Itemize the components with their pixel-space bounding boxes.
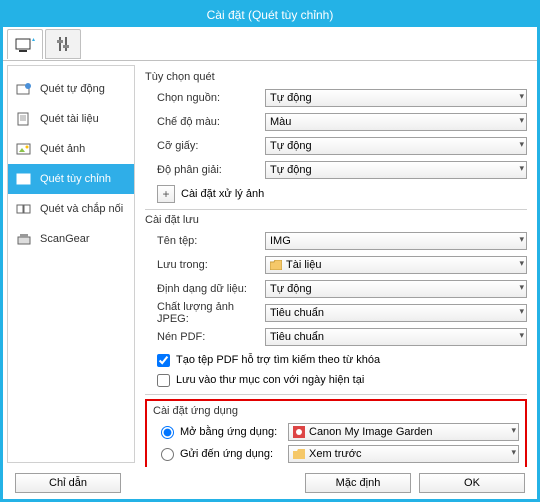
- send-to-app-radio[interactable]: [161, 448, 174, 461]
- main-panel: Tùy chọn quét Chọn nguồn: Tự động▾ Chế đ…: [135, 61, 537, 467]
- resolution-label: Độ phân giải:: [145, 164, 265, 176]
- sidebar-item-custom[interactable]: Quét tùy chỉnh: [8, 164, 134, 194]
- auto-scan-icon: [16, 81, 32, 97]
- sidebar-item-label: Quét tài liệu: [40, 113, 99, 125]
- sidebar-item-auto[interactable]: Quét tự động: [8, 74, 134, 104]
- subfolder-date-checkbox[interactable]: [157, 374, 170, 387]
- filename-label: Tên tệp:: [145, 235, 265, 247]
- image-processing-label: Cài đặt xử lý ảnh: [181, 188, 264, 200]
- subfolder-date-label: Lưu vào thư mục con với ngày hiện tại: [176, 374, 364, 386]
- sidebar-item-photo[interactable]: Quét ảnh: [8, 134, 134, 164]
- data-format-label: Định dạng dữ liệu:: [145, 283, 265, 295]
- settings-window: Cài đặt (Quét tùy chỉnh) Quét tự động Qu…: [0, 0, 540, 502]
- preview-icon: [293, 448, 305, 460]
- sidebar-item-label: Quét và chắp nối: [40, 203, 123, 215]
- color-mode-select[interactable]: Màu▾: [265, 113, 527, 131]
- pdf-compression-label: Nén PDF:: [145, 331, 265, 343]
- application-settings-group: Cài đặt ứng dụng Mở bằng ứng dụng: Canon…: [145, 399, 527, 467]
- jpeg-quality-label: Chất lượng ảnh JPEG:: [145, 301, 265, 325]
- source-label: Chọn nguồn:: [145, 92, 265, 104]
- help-button[interactable]: Chỉ dẫn: [15, 473, 121, 493]
- tab-settings-general[interactable]: [45, 29, 81, 59]
- paper-size-select[interactable]: Tự động▾: [265, 137, 527, 155]
- bottom-button-bar: Chỉ dẫn Mặc định OK: [3, 473, 537, 493]
- ok-button[interactable]: OK: [419, 473, 525, 493]
- custom-scan-icon: [16, 171, 32, 187]
- scangear-icon: [16, 231, 32, 247]
- tab-scan-from-pc[interactable]: [7, 29, 43, 59]
- image-processing-expand[interactable]: +: [157, 185, 175, 203]
- sidebar: Quét tự động Quét tài liệu Quét ảnh Quét…: [7, 65, 135, 463]
- jpeg-quality-select[interactable]: Tiêu chuẩn▾: [265, 304, 527, 322]
- app-settings-group-label: Cài đặt ứng dụng: [153, 405, 519, 417]
- app-icon: [293, 426, 305, 438]
- stitch-scan-icon: [16, 201, 32, 217]
- save-in-label: Lưu trong:: [145, 259, 265, 271]
- filename-input[interactable]: IMG▾: [265, 232, 527, 250]
- sidebar-item-document[interactable]: Quét tài liệu: [8, 104, 134, 134]
- open-with-radio[interactable]: [161, 426, 174, 439]
- save-in-select[interactable]: Tài liệu▾: [265, 256, 527, 274]
- sidebar-item-label: Quét tự động: [40, 83, 105, 95]
- data-format-select[interactable]: Tự động▾: [265, 280, 527, 298]
- sidebar-item-label: Quét ảnh: [40, 143, 85, 155]
- send-to-app-select[interactable]: Xem trước▾: [288, 445, 519, 463]
- document-scan-icon: [16, 111, 32, 127]
- pdf-compression-select[interactable]: Tiêu chuẩn▾: [265, 328, 527, 346]
- open-with-label: Mở bằng ứng dụng:: [180, 426, 288, 438]
- window-title: Cài đặt (Quét tùy chỉnh): [3, 3, 537, 27]
- photo-scan-icon: [16, 141, 32, 157]
- sidebar-item-label: Quét tùy chỉnh: [40, 173, 111, 185]
- sidebar-item-label: ScanGear: [40, 233, 90, 245]
- resolution-select[interactable]: Tự động▾: [265, 161, 527, 179]
- scan-options-group-label: Tùy chọn quét: [145, 71, 527, 83]
- defaults-button[interactable]: Mặc định: [305, 473, 411, 493]
- top-toolbar: [3, 27, 537, 61]
- paper-size-label: Cỡ giấy:: [145, 140, 265, 152]
- color-mode-label: Chế độ màu:: [145, 116, 265, 128]
- source-select[interactable]: Tự động▾: [265, 89, 527, 107]
- pdf-keyword-checkbox[interactable]: [157, 354, 170, 367]
- pdf-keyword-label: Tạo tệp PDF hỗ trợ tìm kiếm theo từ khóa: [176, 354, 380, 366]
- sidebar-item-scangear[interactable]: ScanGear: [8, 224, 134, 254]
- save-settings-group-label: Cài đặt lưu: [145, 214, 527, 226]
- send-to-app-label: Gửi đến ứng dụng:: [180, 448, 288, 460]
- folder-icon: [270, 259, 282, 271]
- sidebar-item-stitch[interactable]: Quét và chắp nối: [8, 194, 134, 224]
- open-with-select[interactable]: Canon My Image Garden▾: [288, 423, 519, 441]
